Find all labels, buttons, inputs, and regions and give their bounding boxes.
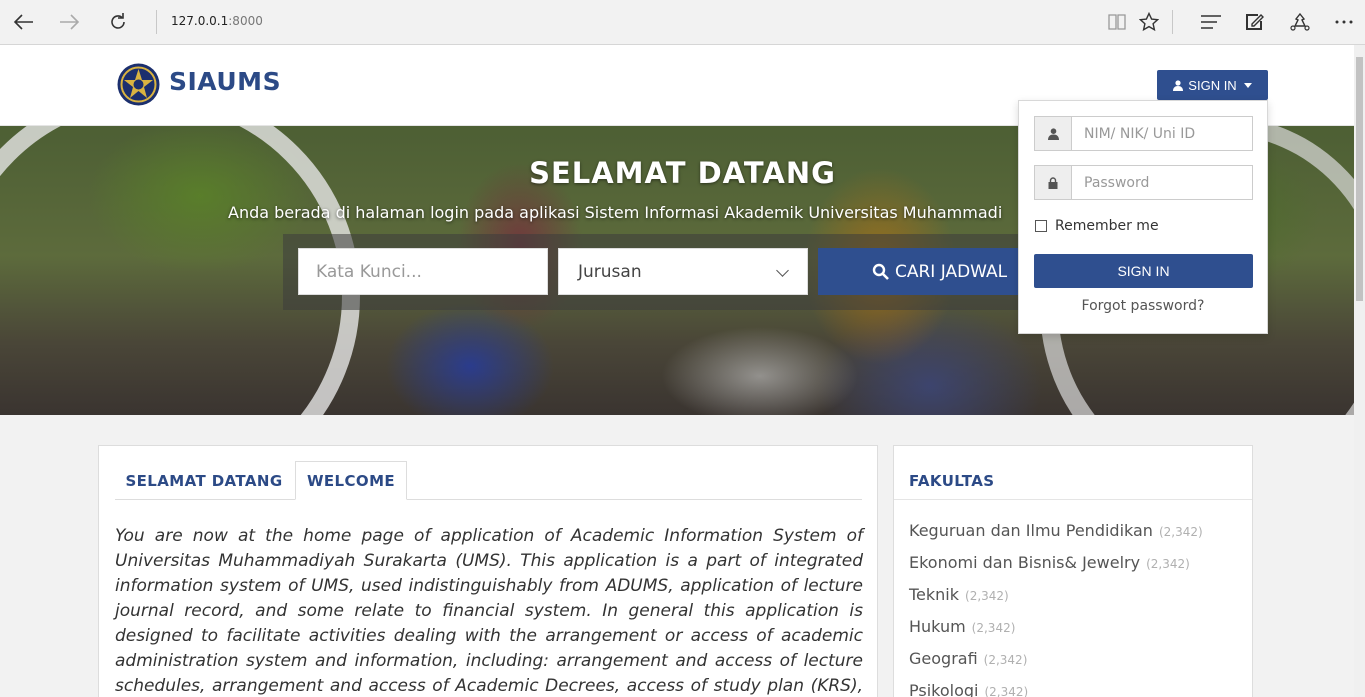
fakultas-name: Keguruan dan Ilmu Pendidikan: [909, 521, 1153, 540]
search-icon: [872, 263, 889, 280]
username-input[interactable]: NIM/ NIK/ Uni ID: [1072, 117, 1252, 150]
keyword-input[interactable]: Kata Kunci...: [298, 248, 548, 295]
fakultas-name: Ekonomi dan Bisnis& Jewelry: [909, 553, 1141, 572]
fakultas-count: (2,342): [1146, 557, 1190, 571]
back-button[interactable]: [8, 8, 38, 36]
fakultas-card: FAKULTAS Keguruan dan Ilmu Pendidikan (2,…: [893, 445, 1253, 697]
forgot-password-link[interactable]: Forgot password?: [1019, 298, 1267, 314]
brand-title[interactable]: SIAUMS: [169, 67, 281, 96]
url-host: 127.0.0.1: [171, 14, 229, 28]
login-dropdown: NIM/ NIK/ Uni ID Password Remember me SI…: [1018, 100, 1268, 334]
fakultas-name: Geografi: [909, 649, 978, 668]
signin-dropdown-toggle[interactable]: SIGN IN: [1157, 70, 1268, 100]
keyword-placeholder: Kata Kunci...: [316, 261, 422, 282]
fakultas-count: (2,342): [1158, 525, 1203, 539]
remember-me: Remember me: [1035, 218, 1159, 234]
favorite-button[interactable]: [1134, 8, 1164, 36]
address-bar[interactable]: 127.0.0.1:8000: [171, 14, 263, 28]
refresh-button[interactable]: [103, 8, 133, 36]
list-item[interactable]: Psikologi (2,342): [909, 681, 1203, 697]
forward-button[interactable]: [55, 8, 85, 36]
list-item[interactable]: Hukum (2,342): [909, 617, 1203, 649]
password-group: Password: [1034, 165, 1253, 200]
web-note-button[interactable]: [1240, 8, 1270, 36]
share-icon: [1290, 12, 1310, 31]
caret-down-icon: [1243, 82, 1252, 88]
lock-icon: [1048, 176, 1058, 189]
list-item[interactable]: Keguruan dan Ilmu Pendidikan (2,342): [909, 521, 1203, 553]
share-button[interactable]: [1285, 8, 1315, 36]
signin-toggle-label: SIGN IN: [1188, 77, 1237, 93]
tab-welcome[interactable]: WELCOME: [295, 461, 407, 500]
page-scrollbar[interactable]: [1354, 45, 1365, 697]
user-icon: [1173, 79, 1184, 91]
address-separator: [156, 10, 157, 34]
reading-view-button[interactable]: [1102, 8, 1132, 36]
reading-view-icon: [1108, 14, 1126, 30]
fakultas-title: FAKULTAS: [909, 472, 995, 490]
username-group: NIM/ NIK/ Uni ID: [1034, 116, 1253, 151]
jurusan-select[interactable]: Jurusan: [558, 248, 808, 295]
password-input[interactable]: Password: [1072, 166, 1252, 199]
page: SIAUMS SIGN IN SELAMAT DATANG Anda berad…: [0, 45, 1354, 697]
list-item[interactable]: Ekonomi dan Bisnis& Jewelry (2,342): [909, 553, 1203, 585]
fakultas-list: Keguruan dan Ilmu Pendidikan (2,342) Ekon…: [909, 521, 1203, 697]
fakultas-name: Teknik: [909, 585, 960, 604]
welcome-text: You are now at the home page of applicat…: [115, 526, 863, 696]
hub-button[interactable]: [1196, 8, 1226, 36]
more-button[interactable]: [1329, 8, 1359, 36]
list-item[interactable]: Teknik (2,342): [909, 585, 1203, 617]
back-icon: [13, 14, 33, 30]
jurusan-selected: Jurusan: [578, 261, 642, 282]
username-addon: [1035, 117, 1072, 150]
favorite-icon: [1139, 12, 1159, 32]
password-addon: [1035, 166, 1072, 199]
welcome-tabs: SELAMAT DATANG WELCOME: [115, 461, 862, 500]
welcome-card: SELAMAT DATANG WELCOME You are now at th…: [98, 445, 878, 697]
signin-button[interactable]: SIGN IN: [1034, 254, 1253, 288]
refresh-icon: [111, 13, 125, 29]
username-placeholder: NIM/ NIK/ Uni ID: [1084, 125, 1196, 142]
chevron-down-icon: [776, 264, 789, 277]
password-placeholder: Password: [1084, 174, 1150, 191]
user-icon: [1047, 127, 1059, 140]
scrollbar-thumb[interactable]: [1356, 57, 1363, 301]
ums-logo-icon: [117, 63, 160, 106]
tab-selamat-datang[interactable]: SELAMAT DATANG: [115, 461, 293, 500]
fakultas-count: (2,342): [965, 589, 1009, 603]
web-note-icon: [1246, 14, 1264, 30]
toolbar-separator: [1172, 10, 1173, 34]
remember-checkbox[interactable]: [1035, 220, 1047, 232]
hero-subtitle: Anda berada di halaman login pada aplika…: [228, 203, 1003, 222]
cari-jadwal-button[interactable]: CARI JADWAL: [818, 248, 1028, 295]
more-icon: [1335, 20, 1353, 24]
fakultas-name: Psikologi: [909, 681, 979, 697]
fakultas-count: (2,342): [984, 685, 1029, 697]
cari-jadwal-label: CARI JADWAL: [895, 261, 1008, 282]
fakultas-count: (2,342): [983, 653, 1028, 667]
list-item[interactable]: Geografi (2,342): [909, 649, 1203, 681]
remember-label[interactable]: Remember me: [1055, 218, 1159, 234]
browser-toolbar: 127.0.0.1:8000: [0, 0, 1365, 45]
url-port: :8000: [228, 14, 263, 28]
fakultas-count: (2,342): [971, 621, 1016, 635]
forward-icon: [60, 14, 80, 30]
fakultas-header: FAKULTAS: [894, 446, 1252, 500]
hub-icon: [1201, 15, 1221, 29]
fakultas-name: Hukum: [909, 617, 966, 636]
